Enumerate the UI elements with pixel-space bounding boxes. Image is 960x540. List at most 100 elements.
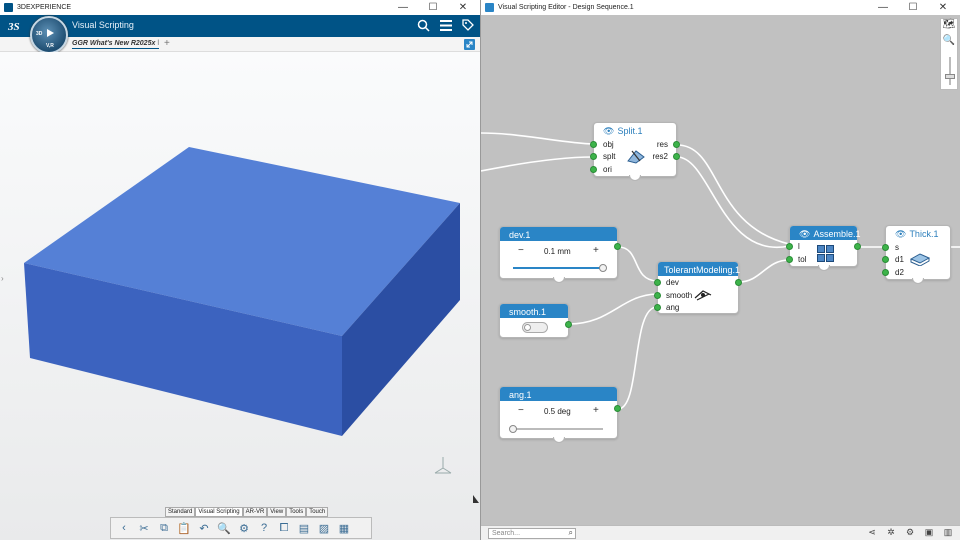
port-dot-ang-in[interactable] bbox=[654, 304, 661, 311]
zoom-icon[interactable]: 🔍 bbox=[215, 520, 233, 536]
editor-icon[interactable]: ▦ bbox=[335, 520, 353, 536]
help-icon[interactable]: ? bbox=[255, 520, 273, 536]
port-dot-s[interactable] bbox=[882, 244, 889, 251]
zoom-slider-knob[interactable] bbox=[945, 74, 955, 79]
dev-decrement-button[interactable]: − bbox=[518, 245, 524, 256]
hierarchy-icon[interactable]: ⧠ bbox=[275, 520, 293, 536]
ang-slider-knob[interactable] bbox=[509, 425, 517, 433]
node-dev[interactable]: dev.1 − 0.1 mm + bbox=[499, 226, 621, 283]
side-panel-arrow-icon[interactable]: › bbox=[1, 274, 4, 283]
smooth-toggle[interactable] bbox=[522, 322, 548, 333]
editor-app-icon bbox=[485, 3, 494, 12]
paste-icon[interactable]: 📋 bbox=[175, 520, 193, 536]
left-window-title: 3DEXPERIENCE bbox=[17, 4, 72, 11]
port-dot-ang-out[interactable] bbox=[614, 405, 621, 412]
port-dot-splt[interactable] bbox=[590, 153, 597, 160]
dev-increment-button[interactable]: + bbox=[593, 245, 599, 256]
settings-icon[interactable]: ⚙ bbox=[235, 520, 253, 536]
panel-icon[interactable]: ▤ bbox=[295, 520, 313, 536]
visibility-eye-icon[interactable]: 👁 bbox=[603, 126, 614, 137]
minimize-button[interactable]: — bbox=[868, 0, 898, 15]
port-dot-d1[interactable] bbox=[882, 256, 889, 263]
port-dot-d2[interactable] bbox=[882, 269, 889, 276]
port-dot-smooth-out[interactable] bbox=[565, 321, 572, 328]
map-icon[interactable]: 🗺 bbox=[941, 19, 957, 35]
tab-view[interactable]: View bbox=[267, 507, 287, 517]
port-dot-ori[interactable] bbox=[590, 166, 597, 173]
port-res: res bbox=[656, 140, 668, 149]
visibility-eye-icon[interactable]: 👁 bbox=[895, 229, 906, 240]
ang-decrement-button[interactable]: − bbox=[518, 405, 524, 416]
visibility-eye-icon[interactable]: 👁 bbox=[799, 229, 810, 240]
close-button[interactable]: ✕ bbox=[448, 0, 478, 15]
zoom-slider-track[interactable] bbox=[949, 57, 951, 85]
maximize-button[interactable]: ☐ bbox=[418, 0, 448, 15]
port-dot-tol[interactable] bbox=[786, 256, 793, 263]
split-tool-icon bbox=[626, 147, 646, 168]
dev-slider-knob[interactable] bbox=[599, 264, 607, 272]
search-icon[interactable]: ⌕ bbox=[569, 528, 573, 538]
tab-tools[interactable]: Tools bbox=[286, 507, 307, 517]
node-settings-icon[interactable]: ⚙ bbox=[902, 527, 918, 539]
tab-touch[interactable]: Touch bbox=[306, 507, 329, 517]
image-icon[interactable]: ▣ bbox=[921, 527, 937, 539]
port-dot-tolerant-out[interactable] bbox=[735, 279, 742, 286]
port-dot-assemble-out[interactable] bbox=[854, 243, 861, 250]
copy-icon[interactable]: ⧉ bbox=[155, 520, 173, 536]
ang-slider-track[interactable] bbox=[513, 428, 603, 430]
maximize-button[interactable]: ☐ bbox=[898, 0, 928, 15]
menu-icon[interactable] bbox=[440, 20, 452, 34]
chevron-left-icon[interactable]: ‹ bbox=[115, 520, 133, 536]
node-thick-header: 👁 Thick.1 bbox=[886, 226, 950, 240]
graph-icon[interactable]: ▨ bbox=[315, 520, 333, 536]
expand-icon[interactable] bbox=[464, 39, 475, 50]
debug-icon[interactable]: ✲ bbox=[883, 527, 899, 539]
3d-viewport[interactable]: › bbox=[0, 52, 480, 540]
cut-icon[interactable]: ✂ bbox=[135, 520, 153, 536]
port-dot-l[interactable] bbox=[786, 243, 793, 250]
port-dot-dev-in[interactable] bbox=[654, 279, 661, 286]
editor-side-panel: 🗺 🔍 bbox=[940, 18, 958, 90]
node-tolerant-modeling[interactable]: TolerantModeling.1 dev smooth ang bbox=[654, 261, 742, 314]
port-ang: ang bbox=[666, 303, 680, 312]
node-smooth-title: smooth.1 bbox=[500, 304, 568, 318]
compass-widget[interactable]: 3D V,R bbox=[30, 16, 68, 54]
search-placeholder: Search... bbox=[492, 530, 521, 537]
left-titlebar[interactable]: 3DEXPERIENCE — ☐ ✕ bbox=[0, 0, 480, 15]
undo-icon[interactable]: ↶ bbox=[195, 520, 213, 536]
graph-canvas[interactable]: 👁 Split.1 obj splt ori res res2 dev.1 − … bbox=[481, 15, 960, 525]
port-s: s bbox=[895, 243, 899, 252]
3d-box-model[interactable] bbox=[0, 52, 480, 540]
zoom-icon[interactable]: 🔍 bbox=[941, 35, 957, 51]
node-assemble[interactable]: 👁 Assemble.1 l tol bbox=[786, 225, 861, 271]
tab-ggr-whats-new[interactable]: GGR What's New R2025x l bbox=[72, 40, 160, 49]
export-icon[interactable]: ▥ bbox=[940, 527, 956, 539]
right-titlebar[interactable]: Visual Scripting Editor - Design Sequenc… bbox=[481, 0, 960, 15]
ang-increment-button[interactable]: + bbox=[593, 405, 599, 416]
search-icon[interactable] bbox=[417, 19, 430, 35]
port-dot-smooth-in[interactable] bbox=[654, 292, 661, 299]
port-dot-res[interactable] bbox=[673, 141, 680, 148]
node-search-input[interactable]: Search... ⌕ bbox=[488, 528, 576, 539]
node-split[interactable]: 👁 Split.1 obj splt ori res res2 bbox=[590, 122, 680, 181]
port-ori: ori bbox=[603, 165, 612, 174]
port-dot-dev-out[interactable] bbox=[614, 243, 621, 250]
port-dot-res2[interactable] bbox=[673, 153, 680, 160]
node-tolerant-title: TolerantModeling.1 bbox=[658, 262, 740, 276]
node-ang[interactable]: ang.1 − 0.5 deg + bbox=[499, 386, 621, 443]
thick-tool-icon bbox=[909, 250, 931, 269]
minimize-button[interactable]: — bbox=[388, 0, 418, 15]
ds-logo-icon[interactable]: 3S bbox=[7, 18, 25, 34]
tab-ar-vr[interactable]: AR-VR bbox=[242, 507, 268, 517]
add-tab-button[interactable]: + bbox=[164, 38, 170, 49]
port-dot-obj[interactable] bbox=[590, 141, 597, 148]
tag-icon[interactable] bbox=[462, 19, 474, 34]
tab-visual-scripting[interactable]: Visual Scripting bbox=[195, 507, 243, 517]
node-thick[interactable]: 👁 Thick.1 s d1 d2 bbox=[882, 225, 951, 284]
editor-bottom-bar: Search... ⌕ ⋖ ✲ ⚙ ▣ ▥ bbox=[481, 525, 960, 540]
wire-in-splt bbox=[481, 156, 594, 172]
tab-standard[interactable]: Standard bbox=[165, 507, 196, 517]
share-icon[interactable]: ⋖ bbox=[864, 527, 880, 539]
node-smooth[interactable]: smooth.1 bbox=[499, 303, 572, 338]
close-button[interactable]: ✕ bbox=[928, 0, 958, 15]
